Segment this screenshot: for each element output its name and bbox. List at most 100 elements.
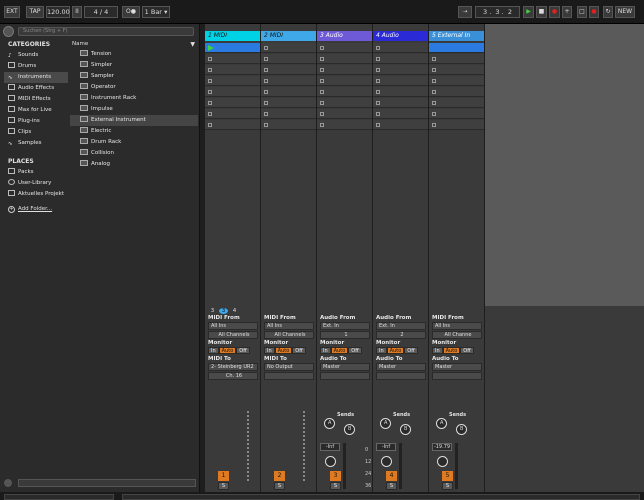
monitor-in-button[interactable]: In bbox=[320, 347, 331, 354]
input-channel-select[interactable]: All Channels bbox=[264, 331, 314, 339]
category-clips[interactable]: Clips bbox=[4, 127, 68, 138]
category-plug-ins[interactable]: Plug-ins bbox=[4, 116, 68, 127]
clip-slot[interactable] bbox=[261, 54, 316, 64]
overdub-icon[interactable]: + bbox=[562, 6, 572, 18]
pan-knob[interactable] bbox=[325, 456, 336, 467]
clip-slot[interactable] bbox=[373, 120, 428, 130]
ext-sync-button[interactable]: EXT bbox=[4, 6, 20, 18]
category-sounds[interactable]: ♪ Sounds bbox=[4, 50, 68, 61]
clip-slot[interactable] bbox=[261, 76, 316, 86]
solo-button[interactable]: S bbox=[386, 482, 397, 490]
monitor-off-button[interactable]: Off bbox=[236, 347, 250, 354]
clip-stop-icon[interactable] bbox=[264, 112, 268, 116]
clip-slot[interactable] bbox=[317, 76, 372, 86]
clip-slot[interactable] bbox=[429, 109, 484, 119]
clip-stop-icon[interactable] bbox=[320, 57, 324, 61]
clip-slot[interactable] bbox=[429, 87, 484, 97]
clip-slot[interactable] bbox=[205, 65, 260, 75]
clip-slot[interactable] bbox=[261, 120, 316, 130]
clip-slot[interactable] bbox=[205, 109, 260, 119]
clip-slot[interactable] bbox=[205, 98, 260, 108]
clip-slot[interactable] bbox=[373, 109, 428, 119]
clip-slot[interactable] bbox=[205, 43, 260, 53]
clip-stop-icon[interactable] bbox=[208, 57, 212, 61]
track-title[interactable]: 3 Audio bbox=[317, 31, 372, 41]
clip-slot[interactable] bbox=[317, 109, 372, 119]
clip-stop-icon[interactable] bbox=[208, 68, 212, 72]
input-type-select[interactable]: All Ins bbox=[264, 322, 314, 330]
clip-stop-icon[interactable] bbox=[264, 46, 268, 50]
output-select[interactable]: Master bbox=[320, 363, 370, 371]
clip-slot[interactable] bbox=[261, 87, 316, 97]
monitor-auto-button[interactable]: Auto bbox=[442, 347, 461, 354]
clip-stop-icon[interactable] bbox=[376, 46, 380, 50]
input-type-select[interactable]: Ext. In bbox=[320, 322, 370, 330]
clip-slot[interactable] bbox=[373, 54, 428, 64]
clip-slot[interactable] bbox=[205, 76, 260, 86]
stop-icon[interactable]: ■ bbox=[536, 6, 547, 18]
monitor-off-button[interactable]: Off bbox=[348, 347, 362, 354]
output-select[interactable]: Master bbox=[376, 363, 426, 371]
output-channel-select[interactable] bbox=[320, 372, 370, 380]
clip-slot[interactable] bbox=[261, 43, 316, 53]
track-activator-button[interactable]: 5 bbox=[442, 471, 453, 481]
clip-slot[interactable] bbox=[317, 120, 372, 130]
output-channel-select[interactable] bbox=[264, 372, 314, 380]
clip-slot[interactable] bbox=[373, 65, 428, 75]
clip-stop-icon[interactable] bbox=[432, 68, 436, 72]
clip-slot[interactable] bbox=[373, 43, 428, 53]
monitor-off-button[interactable]: Off bbox=[292, 347, 306, 354]
name-column-header[interactable]: Name ▼ bbox=[70, 40, 198, 49]
output-select[interactable]: 2- Steinberg UR2 bbox=[208, 363, 258, 371]
clip-stop-icon[interactable] bbox=[208, 123, 212, 127]
category-max-for-live[interactable]: Max for Live bbox=[4, 105, 68, 116]
list-item[interactable]: Analog bbox=[70, 159, 198, 170]
clip-stop-icon[interactable] bbox=[208, 90, 212, 94]
solo-button[interactable]: S bbox=[442, 482, 453, 490]
volume-field[interactable]: -Inf bbox=[320, 443, 340, 451]
list-item[interactable]: Electric bbox=[70, 126, 198, 137]
clip-stop-icon[interactable] bbox=[208, 79, 212, 83]
metronome-button[interactable]: O● bbox=[122, 6, 140, 18]
clip-stop-icon[interactable] bbox=[376, 57, 380, 61]
quantize-select[interactable]: 1 Bar ▾ bbox=[142, 6, 170, 18]
scene-number[interactable]: 4 bbox=[230, 308, 239, 314]
scene-number[interactable]: 3 bbox=[219, 308, 228, 314]
clip-stop-icon[interactable] bbox=[376, 90, 380, 94]
list-item[interactable]: External Instrument bbox=[70, 115, 198, 126]
clip-stop-icon[interactable] bbox=[432, 46, 436, 50]
automation-arm-icon[interactable]: □ bbox=[577, 6, 587, 18]
list-item[interactable]: Simpler bbox=[70, 60, 198, 71]
track-title[interactable]: 4 Audio bbox=[373, 31, 428, 41]
list-item[interactable]: Tension bbox=[70, 49, 198, 60]
track-title[interactable]: 1 MIDI bbox=[205, 31, 260, 41]
monitor-in-button[interactable]: In bbox=[376, 347, 387, 354]
monitor-auto-button[interactable]: Auto bbox=[274, 347, 293, 354]
input-type-select[interactable]: All Ins bbox=[432, 322, 482, 330]
pan-knob[interactable] bbox=[381, 456, 392, 467]
monitor-in-button[interactable]: In bbox=[208, 347, 219, 354]
new-button[interactable]: NEW bbox=[615, 6, 635, 18]
list-item[interactable]: Operator bbox=[70, 82, 198, 93]
clip-stop-icon[interactable] bbox=[376, 123, 380, 127]
clip-stop-icon[interactable] bbox=[376, 79, 380, 83]
clip-stop-icon[interactable] bbox=[432, 57, 436, 61]
monitor-auto-button[interactable]: Auto bbox=[386, 347, 405, 354]
clip-stop-icon[interactable] bbox=[320, 79, 324, 83]
tap-tempo-button[interactable]: TAP bbox=[26, 6, 44, 18]
input-type-select[interactable]: All Ins bbox=[208, 322, 258, 330]
list-item[interactable]: Instrument Rack bbox=[70, 93, 198, 104]
monitor-auto-button[interactable]: Auto bbox=[330, 347, 349, 354]
monitor-off-button[interactable]: Off bbox=[460, 347, 474, 354]
clip-slot[interactable] bbox=[205, 54, 260, 64]
track-title[interactable]: 2 MIDI bbox=[261, 31, 316, 41]
clip-slot[interactable] bbox=[317, 98, 372, 108]
clip-slot[interactable] bbox=[373, 76, 428, 86]
monitor-off-button[interactable]: Off bbox=[404, 347, 418, 354]
clip-slot[interactable] bbox=[261, 109, 316, 119]
category-instruments[interactable]: ∿ Instruments bbox=[4, 72, 68, 83]
clip-stop-icon[interactable] bbox=[432, 112, 436, 116]
clip-slot[interactable] bbox=[429, 76, 484, 86]
clip-stop-icon[interactable] bbox=[376, 112, 380, 116]
output-channel-select[interactable] bbox=[376, 372, 426, 380]
